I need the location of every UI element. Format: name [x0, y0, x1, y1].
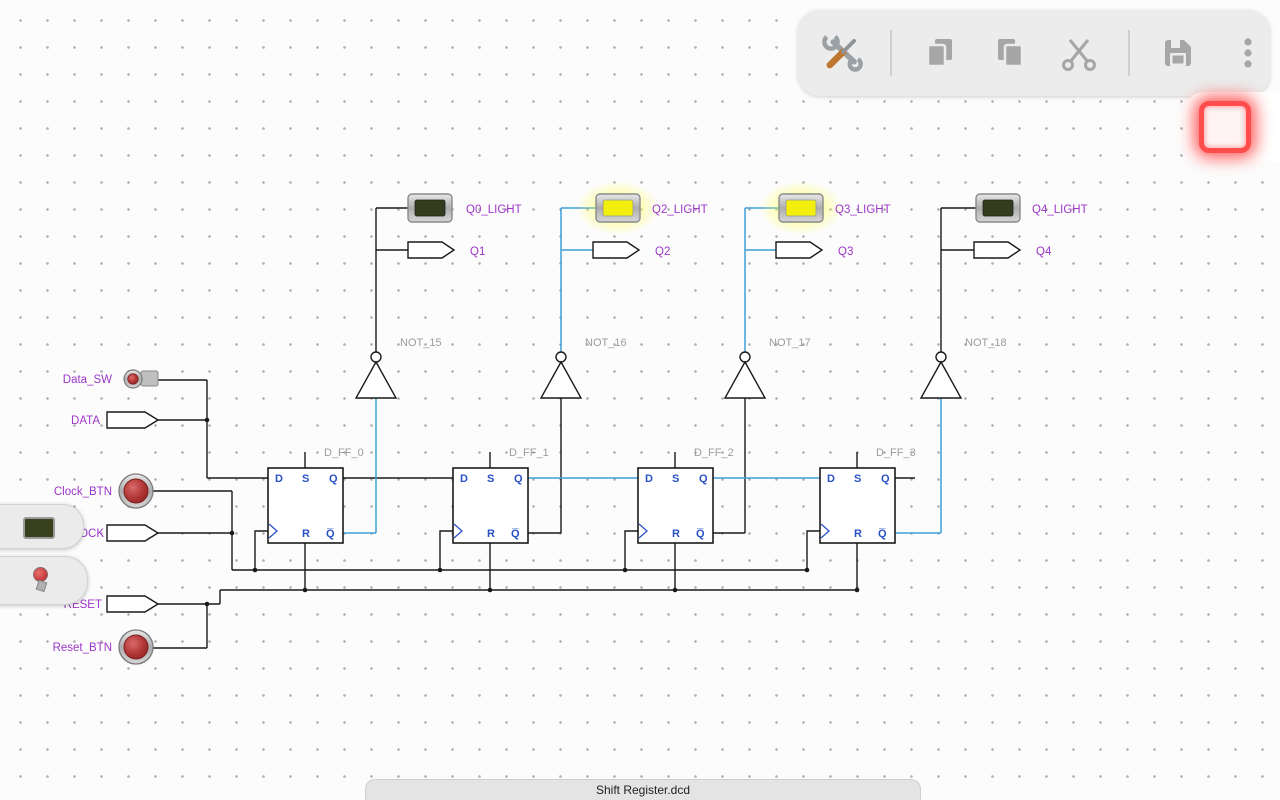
led-q0-light[interactable]: Q0_LIGHT — [408, 194, 522, 222]
gate-label: NOT_16 — [585, 337, 627, 349]
copy-icon — [920, 33, 960, 73]
led-label: Q2_LIGHT — [652, 204, 708, 216]
ff-pin-q: Q — [329, 473, 338, 485]
not-gate-16[interactable]: NOT_16 — [541, 337, 627, 398]
push-button-clock-btn[interactable]: Clock_BTN — [54, 474, 153, 508]
main-toolbar — [798, 10, 1270, 96]
output-pin-q2[interactable]: Q2 — [593, 242, 670, 258]
bulb-base-icon — [36, 580, 48, 592]
file-tab-label: Shift Register.dcd — [596, 783, 690, 797]
ff-label: D_FF_0 — [324, 447, 364, 459]
led-label: Q4_LIGHT — [1032, 204, 1088, 216]
pin-label: Q1 — [470, 246, 485, 258]
ff-label: D_FF_3 — [876, 447, 916, 459]
not-gate-15[interactable]: NOT_15 — [356, 337, 442, 398]
not-gate-17[interactable]: NOT_17 — [725, 337, 811, 398]
ff-pin-s: S — [487, 473, 494, 485]
toggle-switch-data-sw[interactable]: Data_SW — [63, 370, 158, 388]
ff-pin-d: D — [645, 473, 653, 485]
led-label: Q0_LIGHT — [466, 204, 522, 216]
record-stop-button[interactable] — [1199, 101, 1251, 153]
wire-low[interactable] — [152, 208, 976, 648]
ff-pin-s: S — [302, 473, 309, 485]
ff-pin-q: Q — [881, 473, 890, 485]
pin-label: Q3 — [838, 246, 853, 258]
ff-label: D_FF_1 — [509, 447, 549, 459]
palette-tab-led[interactable] — [0, 504, 84, 549]
led-q3-light[interactable]: Q3_LIGHT — [759, 181, 891, 235]
flipflop-d-ff-3[interactable]: D S Q R Q̅ D_FF_3 — [820, 447, 916, 543]
overflow-menu-icon — [1228, 33, 1268, 73]
led-label: Q3_LIGHT — [835, 204, 891, 216]
tools-button[interactable] — [820, 31, 864, 75]
input-pin-data[interactable]: DATA — [71, 412, 158, 428]
circuit-canvas[interactable]: Q0_LIGHT Q2_LIGHT Q3_LIGHT Q4_LIGHT Q1 Q… — [0, 0, 1280, 800]
button-label: Clock_BTN — [54, 486, 112, 498]
gate-label: NOT_18 — [965, 337, 1007, 349]
ff-pin-d: D — [827, 473, 835, 485]
file-tab[interactable]: Shift Register.dcd — [365, 779, 921, 800]
flipflop-d-ff-1[interactable]: D S Q R Q̅ D_FF_1 — [453, 447, 549, 543]
wires[interactable] — [152, 208, 976, 648]
pin-label: Q4 — [1036, 246, 1052, 258]
ff-pin-s: S — [854, 473, 861, 485]
output-pin-q3[interactable]: Q3 — [776, 242, 853, 258]
ff-pin-q: Q — [699, 473, 708, 485]
ff-pin-qn: Q̅ — [878, 528, 887, 540]
cut-icon — [1060, 33, 1100, 73]
save-icon — [1158, 33, 1198, 73]
switch-label: Data_SW — [63, 374, 112, 386]
ff-pin-d: D — [460, 473, 468, 485]
button-label: Reset_BTN — [53, 642, 112, 654]
toolbar-separator — [890, 30, 892, 76]
output-pin-q4[interactable]: Q4 — [974, 242, 1052, 258]
palette-tab-bulb[interactable] — [0, 556, 88, 605]
save-button[interactable] — [1156, 31, 1200, 75]
tools-icon — [820, 31, 864, 75]
copy-button[interactable] — [918, 31, 962, 75]
led-q2-light[interactable]: Q2_LIGHT — [576, 181, 708, 235]
ff-pin-r: R — [487, 528, 495, 540]
flipflop-d-ff-0[interactable]: D S Q R Q̅ D_FF_0 — [268, 447, 364, 543]
push-button-reset-btn[interactable]: Reset_BTN — [53, 630, 153, 664]
overflow-menu-button[interactable] — [1226, 31, 1270, 75]
pin-label: Q2 — [655, 246, 670, 258]
flipflop-d-ff-2[interactable]: D S Q R Q̅ D_FF_2 — [638, 447, 734, 543]
ff-pin-d: D — [275, 473, 283, 485]
ff-pin-qn: Q̅ — [326, 528, 335, 540]
gate-label: NOT_17 — [769, 337, 811, 349]
led-display-icon — [23, 517, 55, 539]
ff-pin-q: Q — [514, 473, 523, 485]
led-q4-light[interactable]: Q4_LIGHT — [976, 194, 1088, 222]
output-pin-q1[interactable]: Q1 — [408, 242, 485, 258]
paste-icon — [990, 33, 1030, 73]
gate-label: NOT_15 — [400, 337, 442, 349]
ff-pin-qn: Q̅ — [696, 528, 705, 540]
cut-button[interactable] — [1058, 31, 1102, 75]
ff-pin-r: R — [302, 528, 310, 540]
ff-label: D_FF_2 — [694, 447, 734, 459]
not-gate-18[interactable]: NOT_18 — [921, 337, 1007, 398]
ff-pin-r: R — [854, 528, 862, 540]
paste-button[interactable] — [988, 31, 1032, 75]
ff-pin-qn: Q̅ — [511, 528, 520, 540]
ff-pin-s: S — [672, 473, 679, 485]
ff-pin-r: R — [672, 528, 680, 540]
pin-label: DATA — [71, 415, 100, 427]
toolbar-separator — [1128, 30, 1130, 76]
